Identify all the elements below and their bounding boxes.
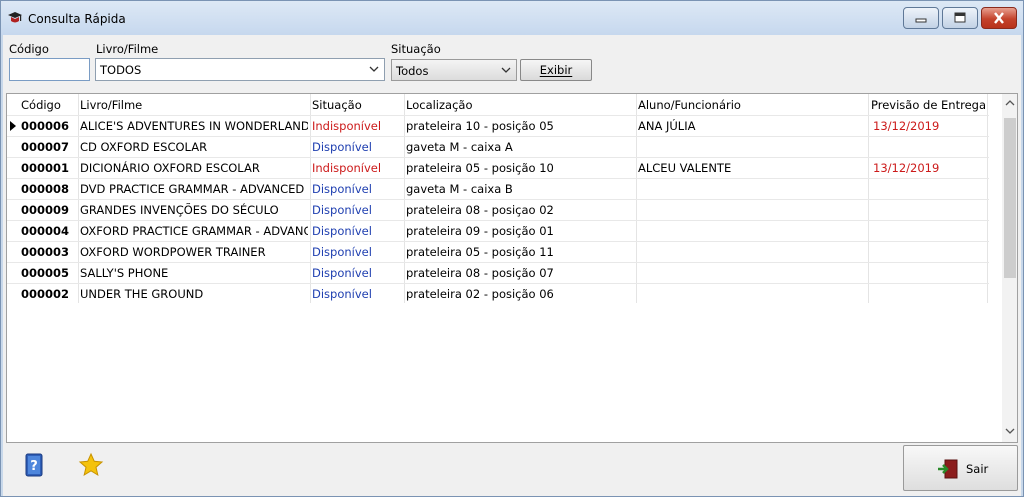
cell-codigo: 000008 <box>21 182 70 196</box>
sair-label: Sair <box>966 462 989 476</box>
cell-localizacao: gaveta M - caixa A <box>406 140 513 154</box>
table-row[interactable]: 000009 GRANDES INVENÇÕES DO SÉCULO Disponí… <box>7 199 989 220</box>
cell-localizacao: prateleira 08 - posiçao 02 <box>406 203 554 217</box>
exit-door-icon <box>938 459 958 479</box>
cell-titulo: CD OXFORD ESCOLAR <box>80 140 208 154</box>
situacao-combo[interactable]: Todos <box>391 59 517 81</box>
livro-filme-label: Livro/Filme <box>96 42 159 56</box>
table-row[interactable]: 000002 UNDER THE GROUND Disponível pratelei… <box>7 283 989 304</box>
col-localizacao[interactable]: Localização <box>406 98 473 112</box>
sair-button[interactable]: Sair <box>903 445 1018 491</box>
favorite-button[interactable] <box>77 451 105 479</box>
close-button[interactable] <box>981 7 1017 29</box>
minimize-icon <box>915 18 927 23</box>
star-icon <box>78 452 104 477</box>
table-row[interactable]: 000006 ALICE'S ADVENTURES IN WONDERLAND In… <box>7 115 989 136</box>
scroll-up-icon[interactable] <box>1005 100 1015 106</box>
cell-localizacao: prateleira 09 - posição 01 <box>406 224 554 238</box>
row-pointer-icon <box>10 121 16 131</box>
cell-situacao: Disponível <box>312 203 372 217</box>
table-row[interactable]: 000008 DVD PRACTICE GRAMMAR - ADVANCED Dis… <box>7 178 989 199</box>
close-icon <box>994 12 1004 24</box>
col-codigo[interactable]: Código <box>21 98 61 112</box>
help-book-icon: ? <box>25 453 43 477</box>
cell-situacao: Indisponível <box>312 119 382 133</box>
cell-situacao: Indisponível <box>312 161 382 175</box>
cell-situacao: Disponível <box>312 140 372 154</box>
cell-localizacao: prateleira 10 - posição 05 <box>406 119 554 133</box>
maximize-button[interactable] <box>942 7 978 29</box>
client-area: Código Livro/Filme TODOS Situação Todos … <box>3 35 1021 496</box>
table-row[interactable]: 000005 SALLY'S PHONE Disponível prateleira … <box>7 262 989 283</box>
cell-aluno: ANA JÚLIA <box>638 119 696 133</box>
col-livro-filme[interactable]: Livro/Filme <box>80 98 142 112</box>
grid-header: Código Livro/Filme Situação Localização … <box>7 94 1002 115</box>
maximize-icon <box>954 12 966 23</box>
cell-localizacao: prateleira 02 - posição 06 <box>406 287 554 301</box>
cell-localizacao: prateleira 05 - posição 10 <box>406 161 554 175</box>
cell-situacao: Disponível <box>312 224 372 238</box>
cell-localizacao: prateleira 05 - posição 11 <box>406 245 554 259</box>
cell-codigo: 000007 <box>21 140 70 154</box>
cell-titulo: ALICE'S ADVENTURES IN WONDERLAND <box>80 119 308 133</box>
cell-codigo: 000004 <box>21 224 70 238</box>
title-bar[interactable]: Consulta Rápida <box>1 1 1023 35</box>
cell-localizacao: gaveta M - caixa B <box>406 182 513 196</box>
cell-titulo: GRANDES INVENÇÕES DO SÉCULO <box>80 203 279 217</box>
svg-text:?: ? <box>30 459 38 474</box>
cell-situacao: Disponível <box>312 182 372 196</box>
app-window: Consulta Rápida Código Livro/Filme TODOS… <box>0 0 1024 497</box>
results-grid[interactable]: Código Livro/Filme Situação Localização … <box>6 93 1018 443</box>
scroll-down-icon[interactable] <box>1005 428 1015 434</box>
cell-codigo: 000002 <box>21 287 70 301</box>
cell-codigo: 000001 <box>21 161 70 175</box>
cell-codigo: 000003 <box>21 245 70 259</box>
window-title: Consulta Rápida <box>28 12 126 26</box>
cell-situacao: Disponível <box>312 266 372 280</box>
table-row[interactable]: 000007 CD OXFORD ESCOLAR Disponível gaveta … <box>7 136 989 157</box>
situacao-value: Todos <box>396 64 429 78</box>
help-button[interactable]: ? <box>21 451 49 481</box>
cell-previsao: 13/12/2019 <box>873 119 940 133</box>
scrollbar-thumb[interactable] <box>1004 118 1016 278</box>
situacao-label: Situação <box>391 42 441 56</box>
chevron-down-icon <box>499 63 513 77</box>
cell-titulo: UNDER THE GROUND <box>80 287 204 301</box>
livro-filme-combo[interactable]: TODOS <box>95 58 385 81</box>
cell-aluno: ALCEU VALENTE <box>638 161 732 175</box>
cell-titulo: OXFORD PRACTICE GRAMMAR - ADVANCED <box>80 224 308 238</box>
col-aluno-funcionario[interactable]: Aluno/Funcionário <box>638 98 741 112</box>
col-situacao[interactable]: Situação <box>312 98 362 112</box>
chevron-down-icon <box>367 62 381 76</box>
col-previsao-entrega[interactable]: Previsão de Entrega <box>871 98 986 112</box>
cell-localizacao: prateleira 08 - posição 07 <box>406 266 554 280</box>
cell-situacao: Disponível <box>312 245 372 259</box>
cell-situacao: Disponível <box>312 287 372 301</box>
codigo-label: Código <box>9 42 49 56</box>
exibir-button[interactable]: Exibir <box>520 59 592 81</box>
cell-titulo: DICIONÁRIO OXFORD ESCOLAR <box>80 161 260 175</box>
cell-codigo: 000005 <box>21 266 70 280</box>
vertical-scrollbar[interactable] <box>1002 94 1017 442</box>
table-row[interactable]: 000001 DICIONÁRIO OXFORD ESCOLAR Indisponí… <box>7 157 989 178</box>
app-logo-icon <box>8 12 22 23</box>
codigo-input[interactable] <box>9 58 90 81</box>
table-row[interactable]: 000003 OXFORD WORDPOWER TRAINER Disponível… <box>7 241 989 262</box>
minimize-button[interactable] <box>903 7 939 29</box>
cell-codigo: 000009 <box>21 203 70 217</box>
cell-titulo: DVD PRACTICE GRAMMAR - ADVANCED <box>80 182 305 196</box>
cell-codigo: 000006 <box>21 119 70 133</box>
table-row[interactable]: 000004 OXFORD PRACTICE GRAMMAR - ADVANCED… <box>7 220 989 241</box>
cell-previsao: 13/12/2019 <box>873 161 940 175</box>
cell-titulo: OXFORD WORDPOWER TRAINER <box>80 245 266 259</box>
livro-filme-value: TODOS <box>100 63 142 77</box>
exibir-label: Exibir <box>539 63 573 77</box>
cell-titulo: SALLY'S PHONE <box>80 266 169 280</box>
